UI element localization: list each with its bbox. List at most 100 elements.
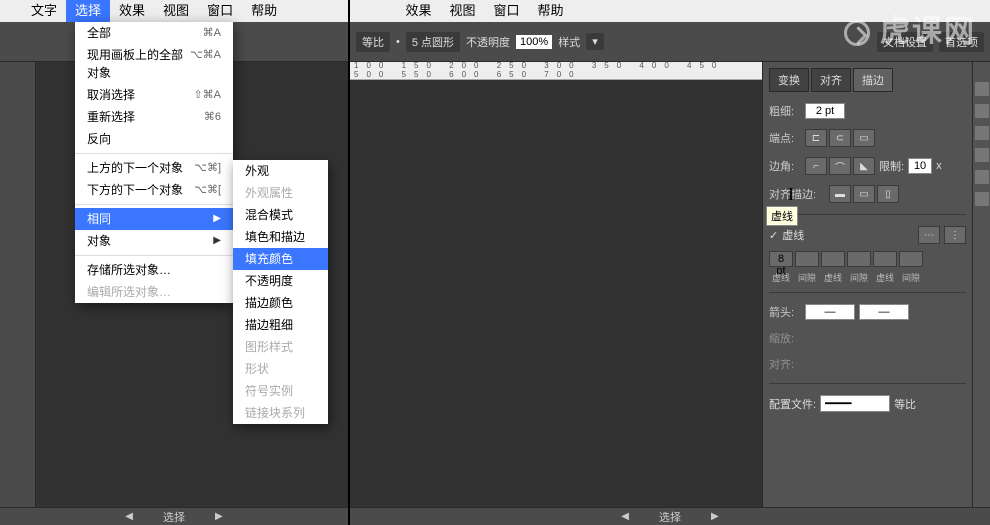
corner-miter-button[interactable]: ⌐: [805, 157, 827, 175]
status-right-arrow-r[interactable]: ▶: [711, 511, 719, 522]
limit-label: 限制:: [879, 158, 904, 174]
menu-item-1[interactable]: 选择: [66, 0, 110, 22]
weight-input[interactable]: 2 pt: [805, 103, 845, 119]
dash-inputs: 8 pt: [769, 251, 966, 267]
panel-icon[interactable]: [975, 192, 989, 206]
menu-item-r-3[interactable]: 视图: [441, 0, 485, 22]
sm-graphic-style: 图形样式: [233, 336, 328, 358]
opacity-value[interactable]: 100%: [516, 35, 552, 49]
status-left-arrow[interactable]: ◀: [125, 511, 133, 522]
status-bar-right: ◀ 选择 ▶: [350, 507, 990, 525]
status-right-arrow[interactable]: ▶: [215, 511, 223, 522]
same-submenu: 外观 外观属性 混合模式 填色和描边 填充颜色 不透明度 描边颜色 描边粗细 图…: [233, 160, 328, 424]
sm-stroke-weight[interactable]: 描边粗细: [233, 314, 328, 336]
dd-reselect[interactable]: 重新选择⌘6: [75, 106, 233, 128]
cap-round-button[interactable]: ⊂: [829, 129, 851, 147]
dd-deselect[interactable]: 取消选择⇧⌘A: [75, 84, 233, 106]
dash-input-3[interactable]: [847, 251, 871, 267]
menu-item-2[interactable]: 效果: [110, 0, 154, 22]
menu-item-5[interactable]: 帮助: [242, 0, 286, 22]
corner-round-button[interactable]: ⌒: [829, 157, 851, 175]
scale-label: 缩放:: [769, 330, 801, 346]
sm-blend[interactable]: 混合模式: [233, 204, 328, 226]
dash-input-2[interactable]: [821, 251, 845, 267]
panel-tabs: 变换 对齐 描边: [769, 68, 966, 92]
menu-item-r-5[interactable]: 帮助: [529, 0, 573, 22]
dash-input-1[interactable]: [795, 251, 819, 267]
arrow-start[interactable]: —: [805, 304, 855, 320]
shape-dd[interactable]: 5 点圆形: [406, 32, 460, 52]
dash-input-5[interactable]: [899, 251, 923, 267]
align-inside-button[interactable]: ▭: [853, 185, 875, 203]
menu-item-0[interactable]: 文字: [22, 0, 66, 22]
cap-square-button[interactable]: ▭: [853, 129, 875, 147]
docset-btn[interactable]: 文档设置: [877, 32, 933, 52]
dash-input-0[interactable]: 8 pt: [769, 251, 793, 267]
corner-label: 边角:: [769, 158, 801, 174]
panel-icon[interactable]: [975, 170, 989, 184]
sm-appearance[interactable]: 外观: [233, 160, 328, 182]
dd-sep-1: [75, 153, 233, 154]
dd-edit-sel: 编辑所选对象…: [75, 281, 233, 303]
dd-inverse[interactable]: 反向: [75, 128, 233, 150]
tool-column-left[interactable]: [0, 62, 36, 507]
tab-stroke[interactable]: 描边: [853, 68, 893, 92]
opacity-label: 不透明度: [466, 34, 510, 50]
menu-item-3[interactable]: 视图: [154, 0, 198, 22]
right-icon-strip: [972, 62, 990, 507]
cap-butt-button[interactable]: ⊏: [805, 129, 827, 147]
panel-icon[interactable]: [975, 82, 989, 96]
align2-label: 对齐:: [769, 356, 801, 372]
sm-stroke-color[interactable]: 描边颜色: [233, 292, 328, 314]
menubar-left: 文字 选择 效果 视图 窗口 帮助: [0, 0, 348, 22]
sm-fill-stroke[interactable]: 填色和描边: [233, 226, 328, 248]
status-label-r: 选择: [659, 509, 681, 525]
status-left-arrow-r[interactable]: ◀: [621, 511, 629, 522]
dash-checkbox[interactable]: ✓: [769, 229, 778, 242]
dash-align-button[interactable]: ⋮: [944, 226, 966, 244]
dd-save-sel[interactable]: 存储所选对象…: [75, 259, 233, 281]
dd-next-above[interactable]: 上方的下一个对象⌥⌘]: [75, 157, 233, 179]
style-dd[interactable]: ▾: [586, 33, 604, 50]
menu-item-r-4[interactable]: 窗口: [485, 0, 529, 22]
dd-next-below[interactable]: 下方的下一个对象⌥⌘[: [75, 179, 233, 201]
arrow-end[interactable]: —: [859, 304, 909, 320]
align-outside-button[interactable]: ▯: [877, 185, 899, 203]
sm-opacity[interactable]: 不透明度: [233, 270, 328, 292]
align-stroke-label: 对齐描边:: [769, 186, 825, 202]
dd-sep-3: [75, 255, 233, 256]
dd-all-artboard[interactable]: 现用画板上的全部对象⌥⌘A: [75, 44, 233, 84]
tab-transform[interactable]: 变换: [769, 68, 809, 92]
dd-all[interactable]: 全部⌘A: [75, 22, 233, 44]
status-label: 选择: [163, 509, 185, 525]
corner-bevel-button[interactable]: ◣: [853, 157, 875, 175]
dash-label: 虚线: [782, 227, 804, 243]
dash-preserve-button[interactable]: ⋯: [918, 226, 940, 244]
dd-object[interactable]: 对象▶: [75, 230, 233, 252]
profile-dd[interactable]: ━━━━: [820, 395, 890, 412]
profile-value: 等比: [894, 396, 916, 412]
prefs-btn[interactable]: 首选项: [939, 32, 984, 52]
menubar-right: x 效果 视图 窗口 帮助: [350, 0, 990, 22]
mode-dd[interactable]: 等比: [356, 32, 390, 52]
align-center-button[interactable]: ▬: [829, 185, 851, 203]
profile-label: 配置文件:: [769, 396, 816, 412]
style-label: 样式: [558, 34, 580, 50]
dash-tooltip: 虚线: [766, 206, 798, 226]
dd-sep-2: [75, 204, 233, 205]
dd-same[interactable]: 相同▶: [75, 208, 233, 230]
panel-icon[interactable]: [975, 104, 989, 118]
limit-input[interactable]: 10: [908, 158, 932, 174]
panel-sep: [769, 214, 966, 215]
tab-align[interactable]: 对齐: [811, 68, 851, 92]
dash-input-4[interactable]: [873, 251, 897, 267]
ruler-horizontal: 100 150 200 250 300 350 400 450 500 550 …: [350, 62, 762, 80]
dash-sublabels: 虚线 间隙 虚线 间隙 虚线 间隙: [769, 271, 966, 284]
panel-icon[interactable]: [975, 148, 989, 162]
sm-shape: 形状: [233, 358, 328, 380]
select-dropdown: 全部⌘A 现用画板上的全部对象⌥⌘A 取消选择⇧⌘A 重新选择⌘6 反向 上方的…: [75, 22, 233, 303]
menu-item-4[interactable]: 窗口: [198, 0, 242, 22]
menu-item-r-2[interactable]: 效果: [397, 0, 441, 22]
panel-icon[interactable]: [975, 126, 989, 140]
sm-fill-color[interactable]: 填充颜色: [233, 248, 328, 270]
